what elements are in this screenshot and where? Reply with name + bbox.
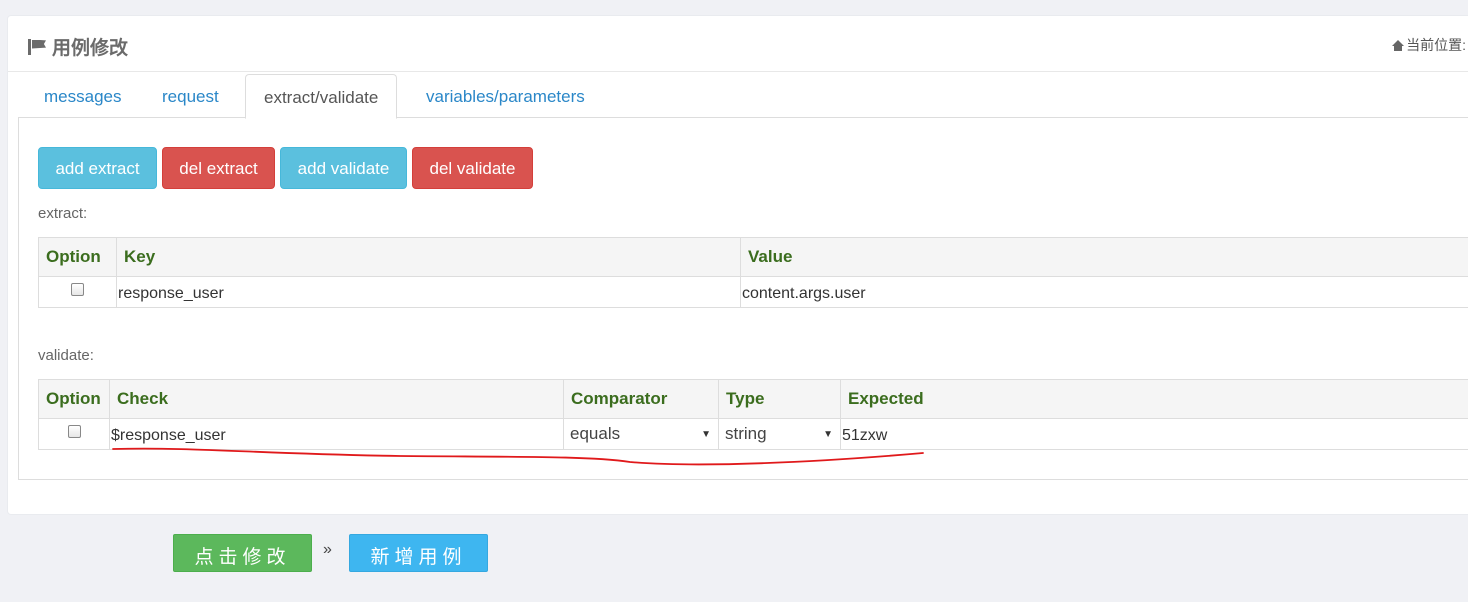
key-input[interactable]: response_user bbox=[118, 281, 739, 303]
expected-input[interactable]: 51zxw bbox=[842, 423, 1468, 445]
column-header-comparator: Comparator bbox=[563, 379, 719, 419]
type-value: string bbox=[725, 424, 767, 443]
type-cell[interactable]: string ▼ bbox=[718, 418, 841, 450]
check-input[interactable]: $response_user bbox=[111, 423, 562, 445]
breadcrumb: 当前位置: bbox=[1392, 35, 1466, 55]
separator-text: » bbox=[323, 541, 332, 558]
chevron-down-icon: ▼ bbox=[701, 428, 711, 440]
page-title-text: 用例修改 bbox=[52, 38, 129, 59]
value-input[interactable]: content.args.user bbox=[742, 281, 1468, 303]
expected-cell[interactable]: 51zxw bbox=[840, 418, 1468, 450]
del-extract-button[interactable]: del extract bbox=[162, 147, 275, 189]
row-option-cell bbox=[38, 418, 110, 450]
comparator-value: equals bbox=[570, 424, 621, 443]
breadcrumb-label: 当前位置: bbox=[1406, 37, 1466, 53]
table-header-row: Option Key Value bbox=[38, 237, 1468, 277]
tab-messages[interactable]: messages bbox=[26, 74, 139, 118]
submit-edit-button[interactable]: 点击修改 bbox=[173, 534, 312, 572]
table-row: response_user content.args.user bbox=[38, 276, 1468, 308]
flag-icon bbox=[28, 38, 46, 55]
extract-table: Option Key Value response_user content.a… bbox=[38, 237, 1468, 308]
validate-label: validate: bbox=[38, 347, 94, 364]
type-select[interactable]: string ▼ bbox=[720, 420, 839, 449]
value-cell[interactable]: content.args.user bbox=[740, 276, 1468, 308]
key-cell[interactable]: response_user bbox=[116, 276, 741, 308]
chevron-down-icon: ▼ bbox=[823, 428, 833, 440]
column-header-option: Option bbox=[38, 379, 110, 419]
column-header-value: Value bbox=[740, 237, 1468, 277]
row-option-cell bbox=[38, 276, 117, 308]
column-header-type: Type bbox=[718, 379, 841, 419]
row-checkbox[interactable] bbox=[71, 283, 84, 296]
add-extract-button[interactable]: add extract bbox=[38, 147, 157, 189]
column-header-expected: Expected bbox=[840, 379, 1468, 419]
row-checkbox[interactable] bbox=[67, 425, 81, 438]
tab-bar: messages request extract/validate variab… bbox=[18, 74, 1468, 119]
panel-header: 用例修改 当前位置: bbox=[8, 16, 1468, 72]
validate-table: Option Check Comparator Type Expected $r… bbox=[38, 379, 1468, 450]
add-validate-button[interactable]: add validate bbox=[280, 147, 407, 189]
column-header-check: Check bbox=[109, 379, 564, 419]
column-header-key: Key bbox=[116, 237, 741, 277]
home-icon bbox=[1392, 39, 1405, 51]
page-title: 用例修改 bbox=[28, 33, 128, 60]
column-header-option: Option bbox=[38, 237, 117, 277]
tab-variables-parameters[interactable]: variables/parameters bbox=[408, 74, 603, 118]
table-header-row: Option Check Comparator Type Expected bbox=[38, 379, 1468, 419]
table-row: $response_user equals ▼ string ▼ 51zxw bbox=[38, 418, 1468, 450]
comparator-select[interactable]: equals ▼ bbox=[565, 420, 717, 449]
tab-request[interactable]: request bbox=[144, 74, 237, 118]
extract-label: extract: bbox=[38, 205, 88, 222]
del-validate-button[interactable]: del validate bbox=[412, 147, 533, 189]
check-cell[interactable]: $response_user bbox=[109, 418, 564, 450]
tab-extract-validate[interactable]: extract/validate bbox=[245, 74, 398, 119]
comparator-cell[interactable]: equals ▼ bbox=[563, 418, 719, 450]
new-case-button[interactable]: 新增用例 bbox=[349, 534, 488, 572]
